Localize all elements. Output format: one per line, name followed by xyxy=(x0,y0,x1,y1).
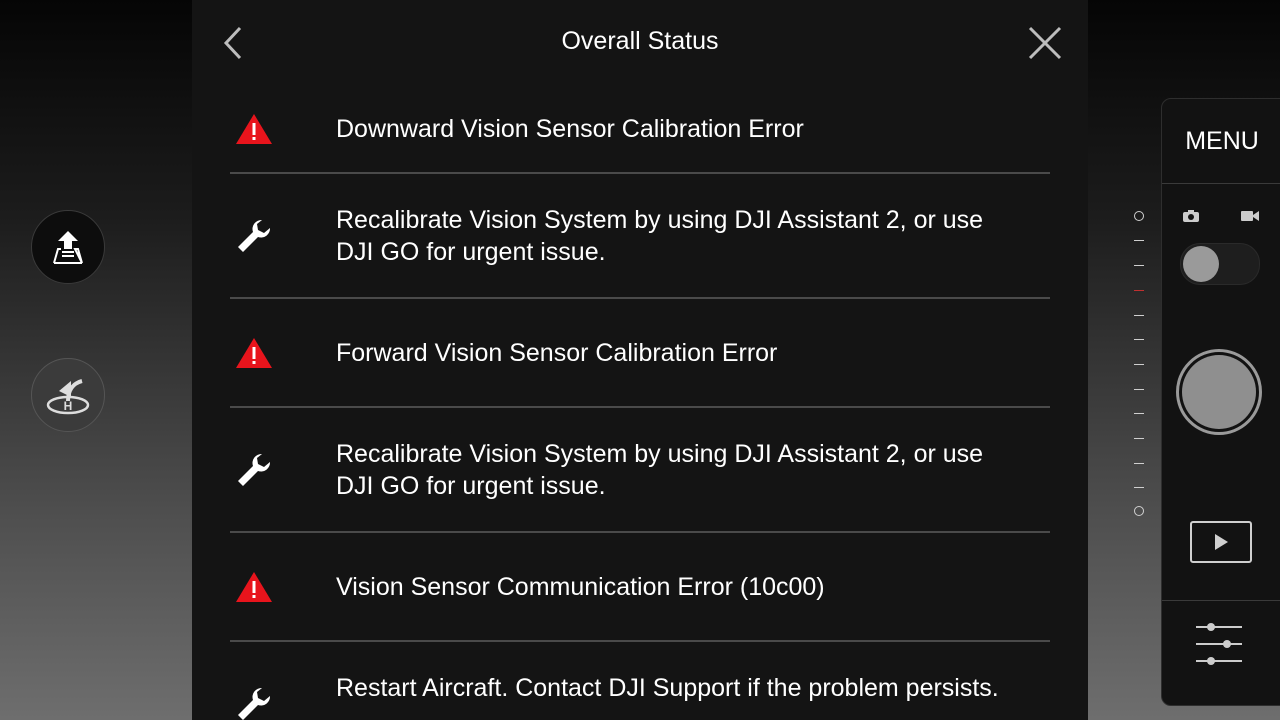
close-button[interactable] xyxy=(1026,24,1064,62)
warning-icon xyxy=(234,109,274,149)
status-item-text: Downward Vision Sensor Calibration Error xyxy=(336,115,804,143)
status-item-error: Vision Sensor Communication Error (10c00… xyxy=(230,533,1050,642)
status-item-text: Forward Vision Sensor Calibration Error xyxy=(336,338,778,367)
slider-end-dot xyxy=(1134,211,1144,221)
slider-end-dot xyxy=(1134,506,1144,516)
wrench-icon xyxy=(234,450,274,490)
shutter-button[interactable] xyxy=(1176,349,1262,435)
slider-tick xyxy=(1134,413,1144,414)
toggle-knob xyxy=(1183,246,1219,282)
camera-icon xyxy=(1182,209,1200,228)
camera-settings-button[interactable] xyxy=(1194,617,1244,667)
slider-tick xyxy=(1134,339,1144,340)
slider-tick xyxy=(1134,315,1144,316)
slider-tick xyxy=(1134,438,1144,439)
slider-tick xyxy=(1134,265,1144,266)
return-home-icon: H xyxy=(46,379,90,415)
page-title: Overall Status xyxy=(561,27,719,55)
slider-tick xyxy=(1134,389,1144,390)
status-item-error: Forward Vision Sensor Calibration Error xyxy=(230,299,1050,408)
video-camera-icon xyxy=(1240,209,1260,228)
status-item-text: Vision Sensor Communication Error (10c00… xyxy=(336,572,825,601)
wrench-icon xyxy=(234,684,274,720)
status-item-fix: Restart Aircraft. Contact DJI Support if… xyxy=(230,642,1050,720)
svg-text:H: H xyxy=(64,399,73,413)
status-item-text: Restart Aircraft. Contact DJI Support if… xyxy=(336,674,999,702)
wrench-icon xyxy=(234,216,274,256)
photo-video-toggle[interactable] xyxy=(1180,243,1260,285)
playback-button[interactable] xyxy=(1190,521,1252,563)
slider-tick xyxy=(1134,240,1144,241)
panel-header: Overall Status xyxy=(192,0,1088,86)
gimbal-slider[interactable] xyxy=(1130,205,1148,520)
slider-indicator xyxy=(1134,290,1144,291)
status-item-text: Recalibrate Vision System by using DJI A… xyxy=(336,439,984,500)
play-icon xyxy=(1215,534,1228,550)
return-home-button[interactable]: H xyxy=(31,358,105,432)
shutter-inner xyxy=(1182,355,1256,429)
status-item-text: Recalibrate Vision System by using DJI A… xyxy=(336,205,984,266)
menu-button[interactable]: MENU xyxy=(1162,99,1280,184)
warning-icon xyxy=(234,567,274,607)
status-item-error: Downward Vision Sensor Calibration Error xyxy=(230,86,1050,174)
slider-tick xyxy=(1134,463,1144,464)
overall-status-panel: Overall Status Downward Vision Sensor Ca… xyxy=(192,0,1088,720)
auto-takeoff-button[interactable] xyxy=(31,210,105,284)
slider-tick xyxy=(1134,487,1144,488)
takeoff-icon xyxy=(53,231,83,264)
slider-tick xyxy=(1134,364,1144,365)
status-item-fix: Recalibrate Vision System by using DJI A… xyxy=(230,174,1050,299)
status-item-fix: Recalibrate Vision System by using DJI A… xyxy=(230,408,1050,533)
camera-control-panel: MENU xyxy=(1161,98,1280,706)
warning-icon xyxy=(234,333,274,373)
close-icon xyxy=(1028,26,1062,60)
status-list: Downward Vision Sensor Calibration Error… xyxy=(230,86,1050,720)
divider xyxy=(1162,600,1280,601)
sliders-icon xyxy=(1196,623,1242,665)
